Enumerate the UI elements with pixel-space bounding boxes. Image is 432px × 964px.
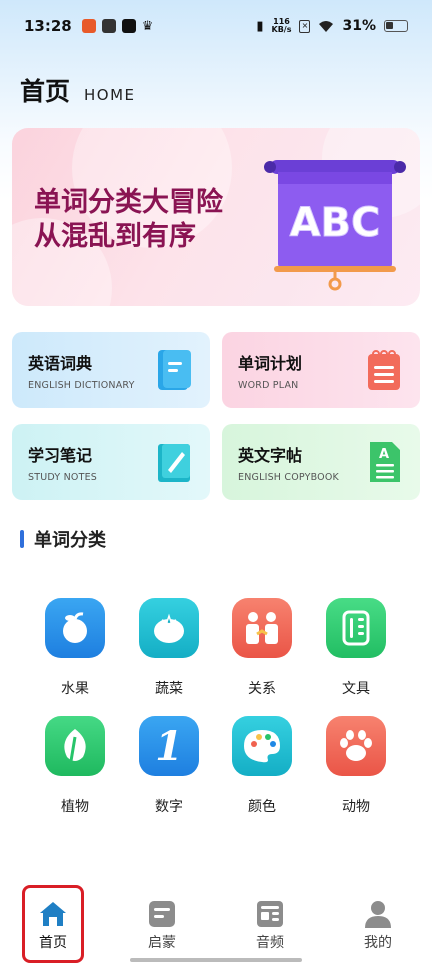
category-color[interactable]: 颜色 — [222, 716, 302, 816]
category-fruit[interactable]: 水果 — [35, 598, 115, 698]
page-subtitle: HOME — [84, 86, 136, 104]
people-icon — [246, 612, 278, 644]
profile-icon — [365, 901, 391, 928]
palette-icon — [244, 730, 280, 763]
category-icon-tile — [139, 598, 199, 658]
category-number[interactable]: 1 数字 — [129, 716, 209, 816]
notepad-icon — [368, 350, 400, 390]
category-label: 植物 — [61, 799, 89, 815]
category-label: 水果 — [61, 681, 89, 697]
category-icon-tile — [326, 716, 386, 776]
category-label: 颜色 — [248, 799, 276, 815]
apple-icon — [63, 612, 87, 643]
app-notification-icon — [81, 19, 96, 33]
page-title: 首页 — [20, 77, 71, 106]
copybook-icon: A — [370, 442, 400, 482]
paw-icon — [340, 730, 372, 761]
nav-label: 我的 — [364, 935, 392, 951]
tomato-icon — [154, 613, 184, 643]
vibrate-icon: ▮ — [256, 18, 264, 34]
feature-card-copybook[interactable]: 英文字帖 ENGLISH COPYBOOK A — [222, 424, 420, 500]
nav-item-profile[interactable]: 我的 — [348, 900, 408, 952]
nav-item-enlighten[interactable]: 启蒙 — [132, 900, 192, 952]
section-header: 单词分类 — [20, 526, 106, 552]
audio-icon — [257, 901, 283, 927]
battery-icon — [384, 20, 408, 32]
category-stationery[interactable]: 文具 — [316, 598, 396, 698]
number-one-icon: 1 — [155, 722, 183, 770]
category-icon-tile: 1 — [139, 716, 199, 776]
status-time: 13:28 — [24, 17, 72, 35]
category-icon-tile — [326, 598, 386, 658]
battery-percent: 31% — [342, 18, 376, 34]
category-plant[interactable]: 植物 — [35, 716, 115, 816]
network-speed: 116 KB/s — [272, 18, 292, 34]
nav-item-audio[interactable]: 音频 — [240, 900, 300, 952]
stationery-icon — [342, 610, 370, 646]
status-right: ▮ 116 KB/s × 31% — [256, 18, 408, 34]
category-label: 动物 — [342, 799, 370, 815]
network-speed-unit: KB/s — [271, 25, 292, 34]
dictionary-icon — [158, 350, 191, 390]
gesture-home-indicator[interactable] — [130, 958, 302, 962]
feature-card-study-notes[interactable]: 学习笔记 STUDY NOTES — [12, 424, 210, 500]
sim-icon: × — [299, 19, 311, 33]
nav-label: 启蒙 — [148, 935, 176, 951]
feature-card-dictionary[interactable]: 英语词典 ENGLISH DICTIONARY — [12, 332, 210, 408]
abc-board-illustration: ABC — [264, 160, 406, 291]
category-icon-tile — [45, 716, 105, 776]
app-notification-icon — [101, 19, 116, 33]
notebook-pen-icon — [158, 444, 190, 482]
nav-label: 音频 — [256, 935, 284, 951]
category-animal[interactable]: 动物 — [316, 716, 396, 816]
promo-banner[interactable]: 单词分类大冒险 从混乱到有序 ABC — [12, 128, 420, 306]
active-tab-highlight — [22, 885, 84, 963]
banner-line-1: 单词分类大冒险 — [34, 187, 223, 218]
banner-headline: 单词分类大冒险 从混乱到有序 — [34, 186, 223, 254]
status-bar: 13:28 ♛ ▮ 116 KB/s × 31% — [0, 0, 432, 52]
section-accent-bar — [20, 530, 24, 548]
banner-line-2: 从混乱到有序 — [34, 221, 196, 252]
crown-icon: ♛ — [141, 18, 154, 34]
tiktok-icon — [121, 19, 136, 33]
category-icon-tile — [232, 716, 292, 776]
category-label: 文具 — [342, 681, 370, 697]
leaf-icon — [64, 729, 86, 762]
enlighten-icon — [149, 901, 175, 927]
category-icon-tile — [45, 598, 105, 658]
board-text: ABC — [290, 200, 381, 246]
svg-text:A: A — [379, 447, 389, 462]
category-label: 蔬菜 — [155, 681, 183, 697]
page-header: 首页 HOME — [20, 72, 136, 108]
wifi-icon — [319, 20, 334, 32]
notification-icons: ♛ — [81, 18, 154, 34]
section-title: 单词分类 — [34, 530, 106, 551]
category-icon-tile — [232, 598, 292, 658]
category-relationship[interactable]: 关系 — [222, 598, 302, 698]
category-label: 关系 — [248, 681, 276, 697]
category-label: 数字 — [155, 799, 183, 815]
feature-card-word-plan[interactable]: 单词计划 WORD PLAN — [222, 332, 420, 408]
category-vegetable[interactable]: 蔬菜 — [129, 598, 209, 698]
